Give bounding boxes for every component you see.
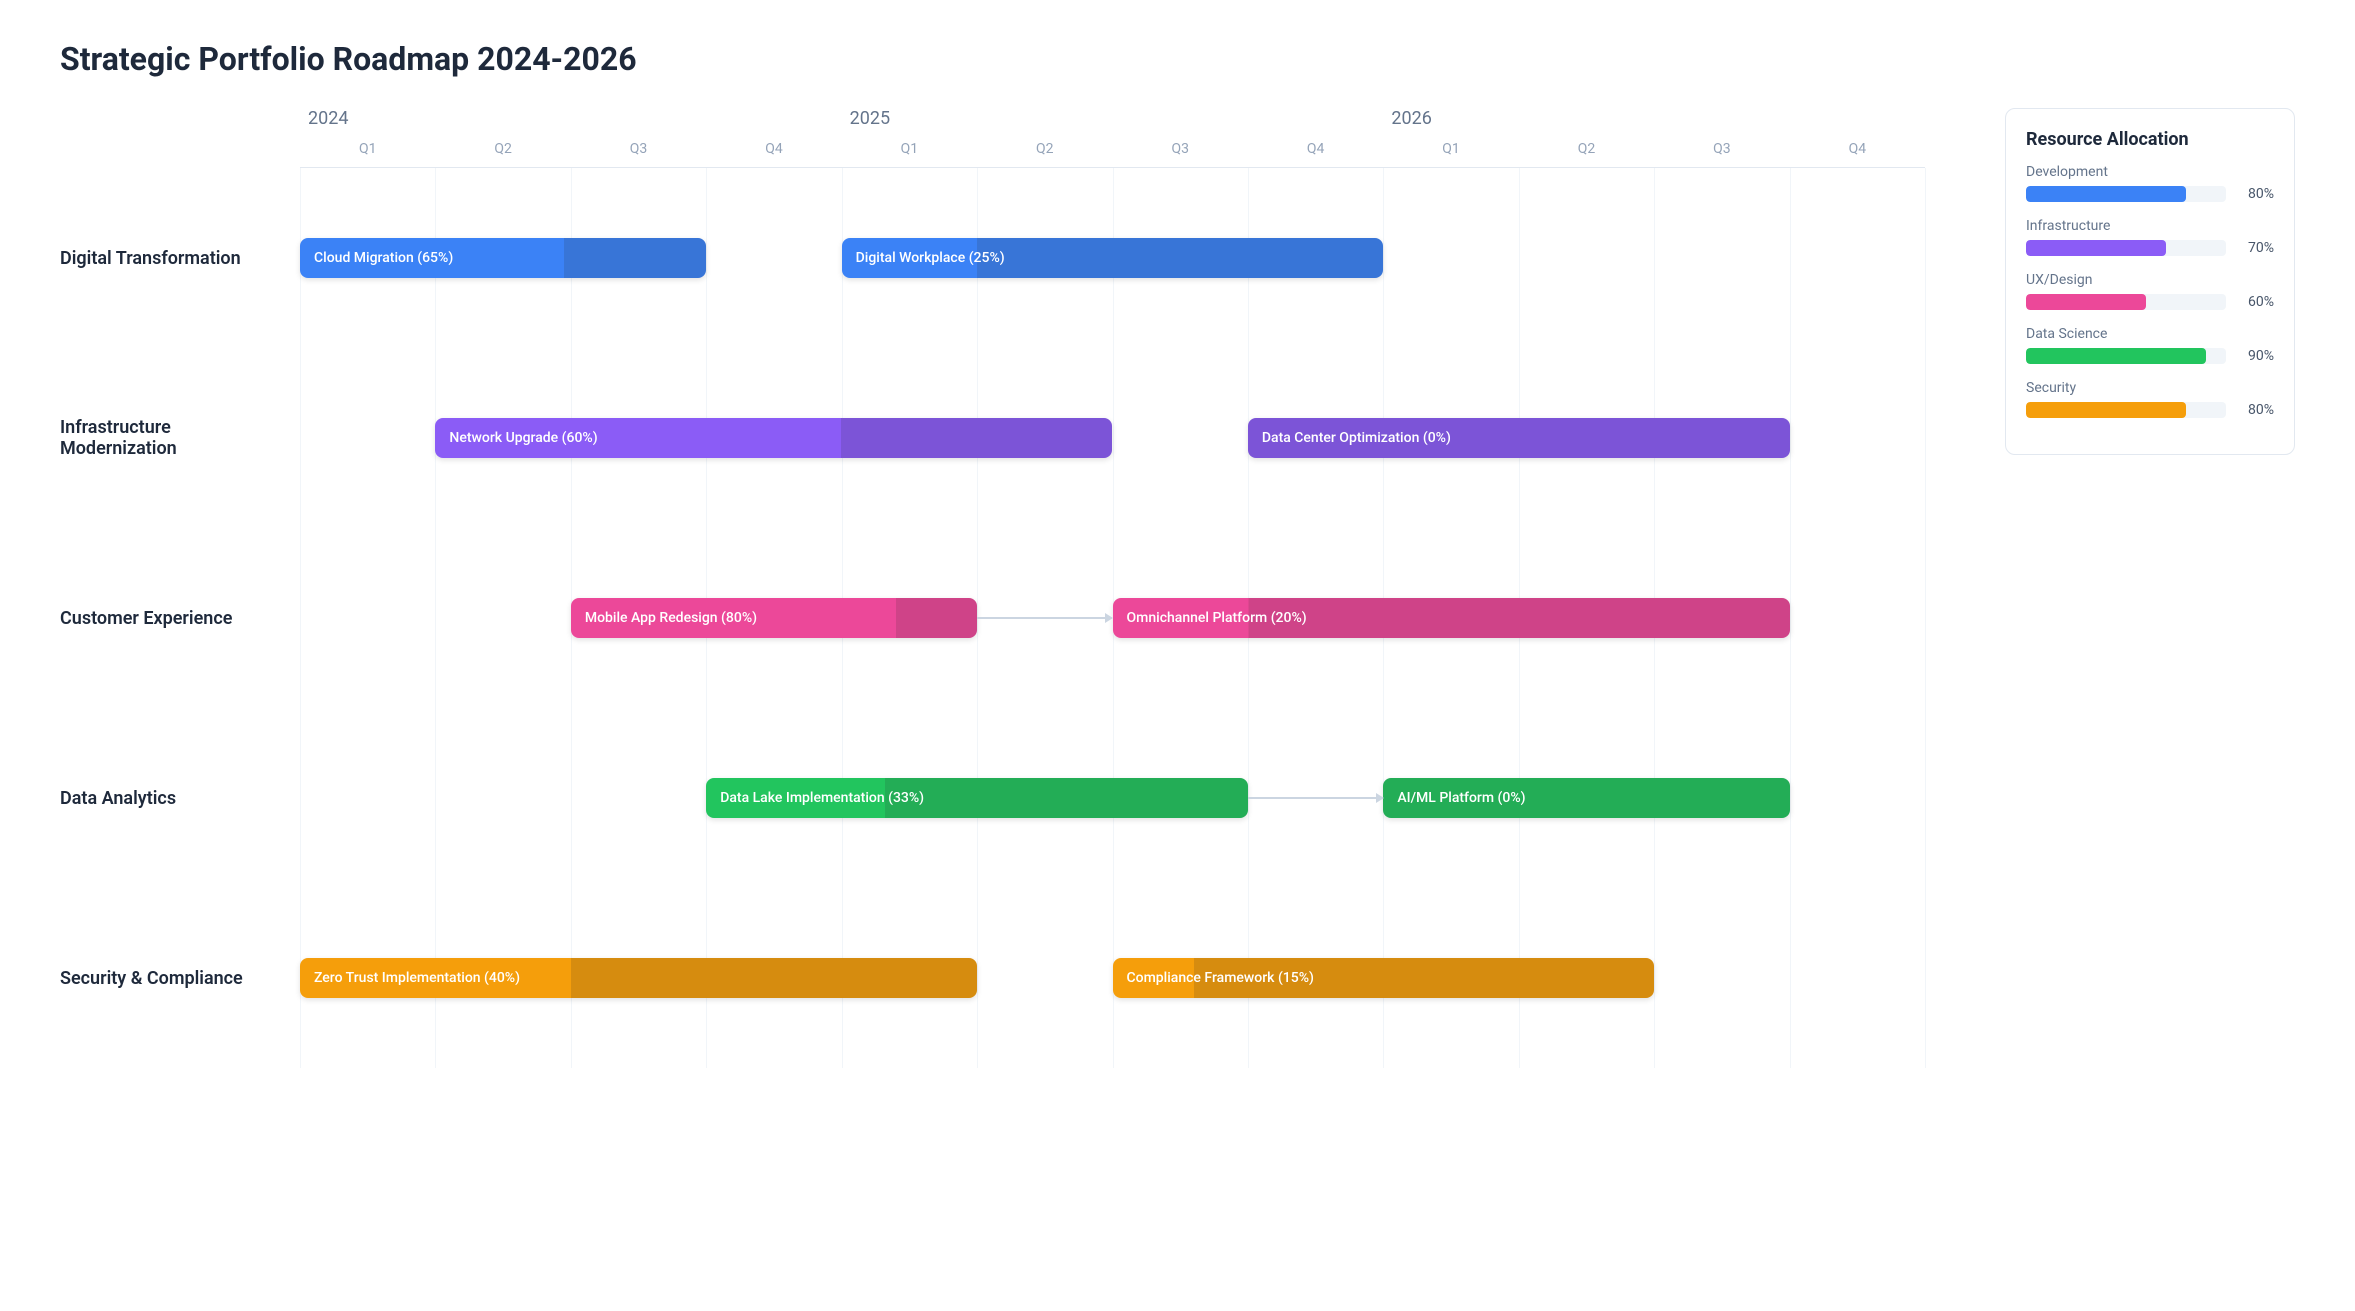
year-label: 2026: [1383, 108, 1925, 129]
quarter-label: Q3: [1113, 135, 1248, 167]
legend-item: Security 80%: [2026, 380, 2274, 418]
task-label: Mobile App Redesign (80%): [585, 610, 757, 626]
task-bar[interactable]: Zero Trust Implementation (40%): [300, 958, 977, 998]
legend-bar-fill: [2026, 186, 2186, 202]
roadmap-container: 2024Q1Q2Q3Q42025Q1Q2Q3Q42026Q1Q2Q3Q4 Dig…: [60, 108, 1925, 1068]
grid-line: [1925, 168, 1926, 1068]
legend-bar: [2026, 186, 2226, 202]
main-layout: 2024Q1Q2Q3Q42025Q1Q2Q3Q42026Q1Q2Q3Q4 Dig…: [60, 108, 2295, 1068]
task-label: Data Center Optimization (0%): [1262, 430, 1451, 446]
year-group: 2026 Q1Q2Q3Q4: [1383, 108, 1925, 167]
quarter-label: Q3: [1654, 135, 1789, 167]
legend-title: Resource Allocation: [2026, 129, 2274, 150]
legend-item-label: Infrastructure: [2026, 218, 2274, 234]
swimlane-label: Customer Experience: [60, 608, 290, 629]
legend-pct: 80%: [2238, 402, 2274, 418]
legend-bar: [2026, 294, 2226, 310]
task-bar[interactable]: Data Lake Implementation (33%): [706, 778, 1248, 818]
swimlane: Security & ComplianceZero Trust Implemen…: [300, 888, 1925, 1068]
quarter-label: Q4: [1248, 135, 1383, 167]
swimlane-label: Security & Compliance: [60, 968, 290, 989]
task-bar[interactable]: Data Center Optimization (0%): [1248, 418, 1790, 458]
legend-bar-fill: [2026, 402, 2186, 418]
legend-pct: 90%: [2238, 348, 2274, 364]
legend-item: Development 80%: [2026, 164, 2274, 202]
legend-pct: 60%: [2238, 294, 2274, 310]
swimlane-track: Cloud Migration (65%) Digital Workplace (…: [300, 168, 1925, 348]
quarter-label: Q4: [1790, 135, 1925, 167]
dependency-arrow-icon: [977, 617, 1112, 619]
task-label: Compliance Framework (15%): [1127, 970, 1314, 986]
swimlane-label: Data Analytics: [60, 788, 290, 809]
swimlane-track: Data Lake Implementation (33%) AI/ML Plat…: [300, 708, 1925, 888]
task-label: Zero Trust Implementation (40%): [314, 970, 520, 986]
legend-bar-fill: [2026, 240, 2166, 256]
task-label: Cloud Migration (65%): [314, 250, 453, 266]
quarter-label: Q1: [300, 135, 435, 167]
swimlane-track: Zero Trust Implementation (40%) Complianc…: [300, 888, 1925, 1068]
legend-bar-fill: [2026, 348, 2206, 364]
page-title: Strategic Portfolio Roadmap 2024-2026: [60, 40, 2295, 78]
quarter-label: Q2: [435, 135, 570, 167]
timeline-header: 2024Q1Q2Q3Q42025Q1Q2Q3Q42026Q1Q2Q3Q4: [300, 108, 1925, 167]
legend-item: Data Science 90%: [2026, 326, 2274, 364]
legend-item-label: Security: [2026, 380, 2274, 396]
quarter-label: Q4: [706, 135, 841, 167]
task-bar[interactable]: Compliance Framework (15%): [1113, 958, 1655, 998]
task-label: Data Lake Implementation (33%): [720, 790, 924, 806]
swimlane: Customer ExperienceMobile App Redesign (…: [300, 528, 1925, 708]
task-bar[interactable]: Omnichannel Platform (20%): [1113, 598, 1790, 638]
quarter-label: Q2: [1519, 135, 1654, 167]
roadmap-grid: Digital TransformationCloud Migration (6…: [300, 167, 1925, 1068]
year-group: 2025 Q1Q2Q3Q4: [842, 108, 1384, 167]
swimlane-label: Infrastructure Modernization: [60, 417, 290, 459]
swimlane: Infrastructure ModernizationNetwork Upgr…: [300, 348, 1925, 528]
legend-item-label: Development: [2026, 164, 2274, 180]
legend-item-label: UX/Design: [2026, 272, 2274, 288]
legend-bar-fill: [2026, 294, 2146, 310]
swimlane-track: Network Upgrade (60%) Data Center Optimiz…: [300, 348, 1925, 528]
swimlane-track: Mobile App Redesign (80%) Omnichannel Pla…: [300, 528, 1925, 708]
legend-item-label: Data Science: [2026, 326, 2274, 342]
legend-bar: [2026, 348, 2226, 364]
task-bar[interactable]: Mobile App Redesign (80%): [571, 598, 977, 638]
year-label: 2024: [300, 108, 842, 129]
year-group: 2024 Q1Q2Q3Q4: [300, 108, 842, 167]
legend-bar: [2026, 240, 2226, 256]
quarter-label: Q3: [571, 135, 706, 167]
task-bar[interactable]: AI/ML Platform (0%): [1383, 778, 1789, 818]
legend-item: UX/Design 60%: [2026, 272, 2274, 310]
resource-allocation-panel: Resource Allocation Development 80% Infras…: [2005, 108, 2295, 455]
quarter-label: Q1: [1383, 135, 1518, 167]
task-bar[interactable]: Digital Workplace (25%): [842, 238, 1384, 278]
swimlane-label: Digital Transformation: [60, 248, 290, 269]
quarter-label: Q1: [842, 135, 977, 167]
task-bar[interactable]: Network Upgrade (60%): [435, 418, 1112, 458]
task-label: Digital Workplace (25%): [856, 250, 1005, 266]
swimlane: Data AnalyticsData Lake Implementation (…: [300, 708, 1925, 888]
legend-pct: 70%: [2238, 240, 2274, 256]
task-label: AI/ML Platform (0%): [1397, 790, 1525, 806]
task-label: Omnichannel Platform (20%): [1127, 610, 1307, 626]
task-bar[interactable]: Cloud Migration (65%): [300, 238, 706, 278]
year-label: 2025: [842, 108, 1384, 129]
swimlane: Digital TransformationCloud Migration (6…: [300, 168, 1925, 348]
quarter-label: Q2: [977, 135, 1112, 167]
legend-bar: [2026, 402, 2226, 418]
legend-pct: 80%: [2238, 186, 2274, 202]
task-label: Network Upgrade (60%): [449, 430, 597, 446]
dependency-arrow-icon: [1248, 797, 1383, 799]
legend-item: Infrastructure 70%: [2026, 218, 2274, 256]
